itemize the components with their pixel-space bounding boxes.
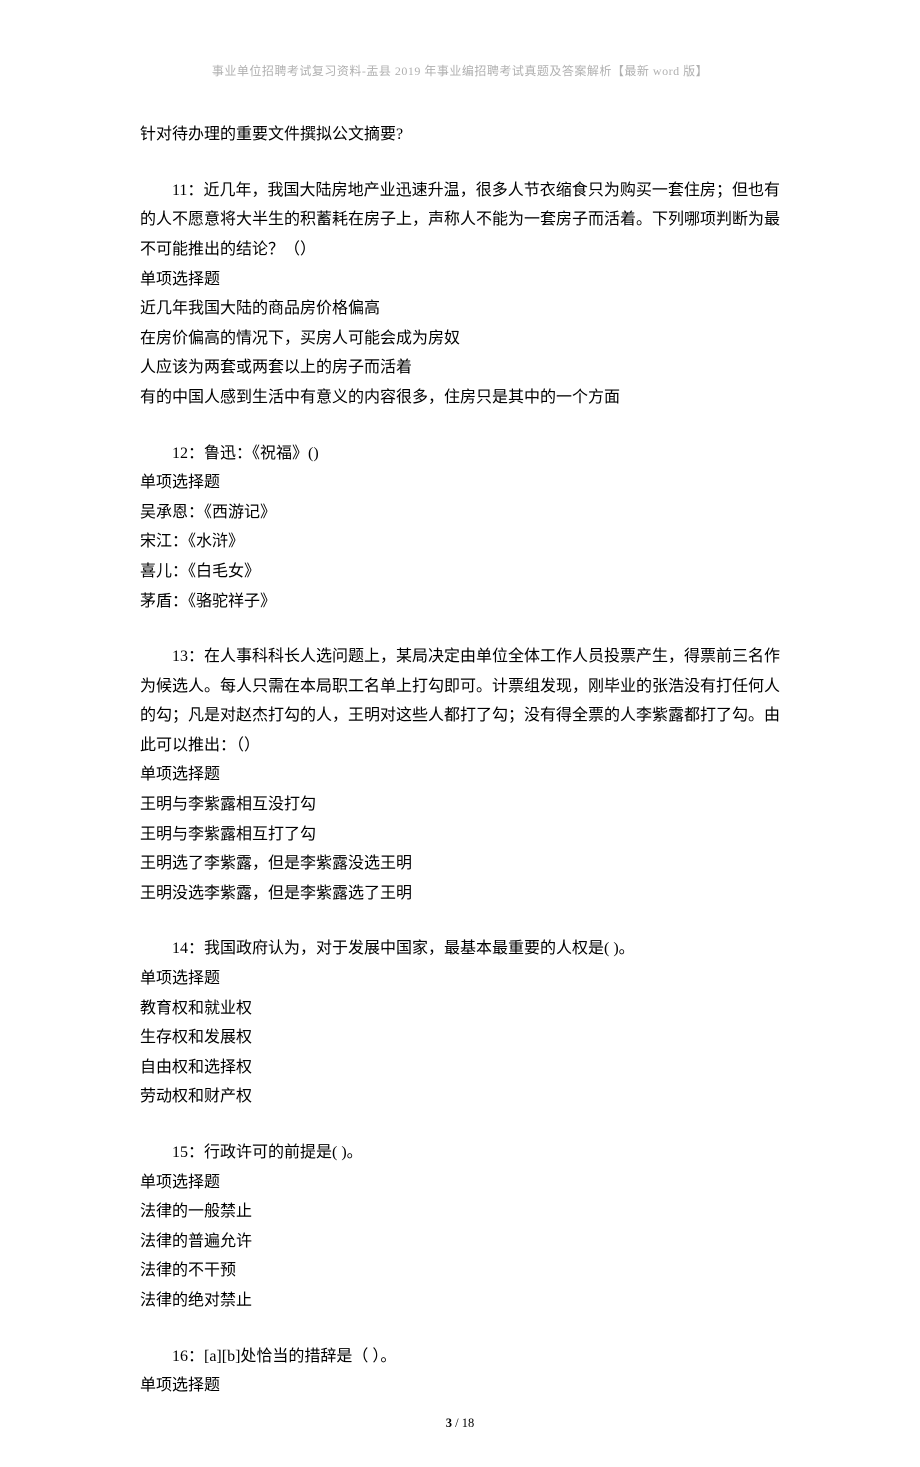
- q10-tail-text: 针对待办理的重要文件撰拟公文摘要?: [140, 120, 780, 150]
- content-body: 针对待办理的重要文件撰拟公文摘要? 11：近几年，我国大陆房地产业迅速升温，很多…: [140, 120, 780, 1401]
- q14-type: 单项选择题: [140, 964, 780, 994]
- page-total: 18: [462, 1416, 475, 1430]
- q15-option-c: 法律的不干预: [140, 1256, 780, 1286]
- q15-type: 单项选择题: [140, 1168, 780, 1198]
- q13: 13：在人事科科长人选问题上，某局决定由单位全体工作人员投票产生，得票前三名作为…: [140, 642, 780, 908]
- q14-option-b: 生存权和发展权: [140, 1023, 780, 1053]
- q12-option-b: 宋江：《水浒》: [140, 527, 780, 557]
- q13-stem: 13：在人事科科长人选问题上，某局决定由单位全体工作人员投票产生，得票前三名作为…: [140, 642, 780, 760]
- q12: 12：鲁迅：《祝福》() 单项选择题 吴承恩：《西游记》 宋江：《水浒》 喜儿：…: [140, 439, 780, 617]
- q12-option-d: 茅盾：《骆驼祥子》: [140, 587, 780, 617]
- q11-option-d: 有的中国人感到生活中有意义的内容很多，住房只是其中的一个方面: [140, 383, 780, 413]
- q11-option-a: 近几年我国大陆的商品房价格偏高: [140, 294, 780, 324]
- q15-stem: 15：行政许可的前提是( )。: [140, 1138, 780, 1168]
- q16: 16：[a][b]处恰当的措辞是（ ）。 单项选择题: [140, 1342, 780, 1401]
- q12-option-a: 吴承恩：《西游记》: [140, 498, 780, 528]
- q15-option-a: 法律的一般禁止: [140, 1197, 780, 1227]
- page-footer: 3 / 18: [0, 1412, 920, 1435]
- q13-type: 单项选择题: [140, 760, 780, 790]
- q16-stem: 16：[a][b]处恰当的措辞是（ ）。: [140, 1342, 780, 1372]
- q11-option-b: 在房价偏高的情况下，买房人可能会成为房奴: [140, 324, 780, 354]
- q13-option-a: 王明与李紫露相互没打勾: [140, 790, 780, 820]
- q14-stem: 14：我国政府认为，对于发展中国家，最基本最重要的人权是( )。: [140, 934, 780, 964]
- q13-option-c: 王明选了李紫露，但是李紫露没选王明: [140, 849, 780, 879]
- q12-stem: 12：鲁迅：《祝福》(): [140, 439, 780, 469]
- q14-option-a: 教育权和就业权: [140, 994, 780, 1024]
- q13-option-b: 王明与李紫露相互打了勾: [140, 820, 780, 850]
- q11: 11：近几年，我国大陆房地产业迅速升温，很多人节衣缩食只为购买一套住房；但也有的…: [140, 176, 780, 413]
- page-sep: /: [452, 1416, 462, 1430]
- q14-option-c: 自由权和选择权: [140, 1053, 780, 1083]
- q14: 14：我国政府认为，对于发展中国家，最基本最重要的人权是( )。 单项选择题 教…: [140, 934, 780, 1112]
- q15-option-b: 法律的普遍允许: [140, 1227, 780, 1257]
- page: 事业单位招聘考试复习资料-盂县 2019 年事业编招聘考试真题及答案解析【最新 …: [0, 0, 920, 1467]
- q14-option-d: 劳动权和财产权: [140, 1082, 780, 1112]
- q11-type: 单项选择题: [140, 265, 780, 295]
- q11-stem: 11：近几年，我国大陆房地产业迅速升温，很多人节衣缩食只为购买一套住房；但也有的…: [140, 176, 780, 265]
- q12-option-c: 喜儿：《白毛女》: [140, 557, 780, 587]
- q16-type: 单项选择题: [140, 1371, 780, 1401]
- q12-type: 单项选择题: [140, 468, 780, 498]
- q13-option-d: 王明没选李紫露，但是李紫露选了王明: [140, 879, 780, 909]
- page-header: 事业单位招聘考试复习资料-盂县 2019 年事业编招聘考试真题及答案解析【最新 …: [140, 60, 780, 82]
- q10-tail: 针对待办理的重要文件撰拟公文摘要?: [140, 120, 780, 150]
- q15: 15：行政许可的前提是( )。 单项选择题 法律的一般禁止 法律的普遍允许 法律…: [140, 1138, 780, 1316]
- q11-option-c: 人应该为两套或两套以上的房子而活着: [140, 353, 780, 383]
- q15-option-d: 法律的绝对禁止: [140, 1286, 780, 1316]
